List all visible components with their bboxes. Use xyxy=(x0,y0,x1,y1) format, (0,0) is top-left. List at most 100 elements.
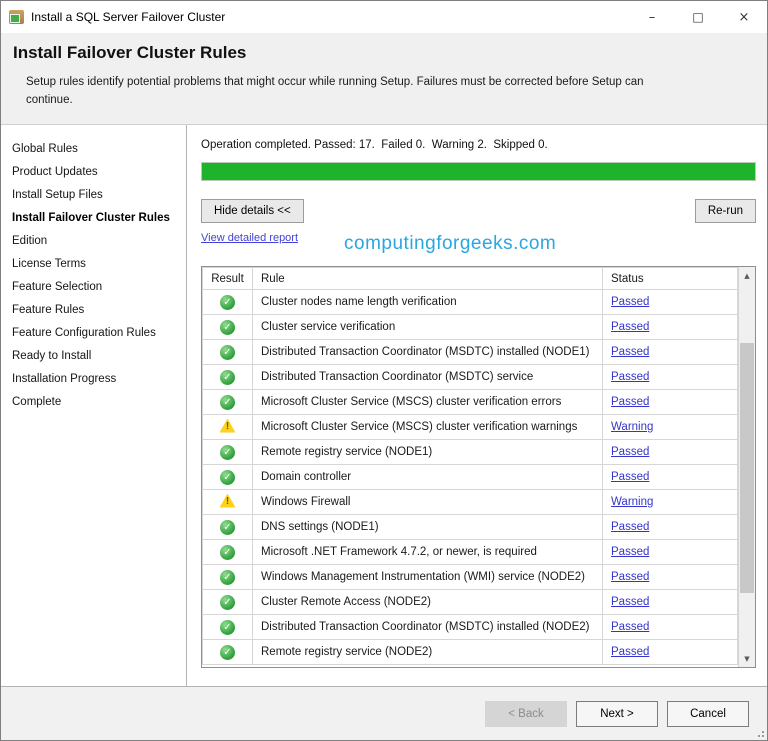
status-link[interactable]: Passed xyxy=(611,571,649,583)
sidebar-item-install-setup-files[interactable]: Install Setup Files xyxy=(12,184,182,207)
rule-name: Microsoft Cluster Service (MSCS) cluster… xyxy=(252,389,603,415)
resize-grip[interactable] xyxy=(754,727,764,737)
status-link[interactable]: Passed xyxy=(611,546,649,558)
close-button[interactable]: × xyxy=(721,1,767,33)
maximize-button[interactable]: □ xyxy=(675,1,721,33)
page-title: Install Failover Cluster Rules xyxy=(13,43,247,62)
passed-check-icon xyxy=(220,369,235,385)
report-link-row: View detailed report computingforgeeks.c… xyxy=(201,232,756,255)
page-header: Install Failover Cluster Rules Setup rul… xyxy=(1,33,767,125)
scroll-down-icon[interactable]: ▼ xyxy=(739,650,755,667)
status-link[interactable]: Passed xyxy=(611,596,649,608)
rule-name: Distributed Transaction Coordinator (MSD… xyxy=(252,614,603,640)
table-scrollbar[interactable]: ▲ ▼ xyxy=(738,267,755,667)
table-row: DNS settings (NODE1) Passed xyxy=(202,514,738,540)
back-button[interactable]: < Back xyxy=(485,700,567,727)
passed-check-icon xyxy=(220,644,235,660)
table-row: Windows Firewall Warning xyxy=(202,489,738,515)
rule-name: Microsoft Cluster Service (MSCS) cluster… xyxy=(252,414,603,440)
status-link[interactable]: Passed xyxy=(611,371,649,383)
sql-server-setup-icon xyxy=(9,10,24,24)
column-header-result[interactable]: Result xyxy=(202,267,253,290)
status-link[interactable]: Passed xyxy=(611,296,649,308)
view-detailed-report-link[interactable]: View detailed report xyxy=(201,232,298,244)
cancel-button[interactable]: Cancel xyxy=(667,700,749,727)
table-row: Distributed Transaction Coordinator (MSD… xyxy=(202,339,738,365)
status-link[interactable]: Passed xyxy=(611,521,649,533)
passed-check-icon xyxy=(220,519,235,535)
hide-details-button[interactable]: Hide details << xyxy=(201,199,304,223)
rule-name: Distributed Transaction Coordinator (MSD… xyxy=(252,339,603,365)
rule-name: Distributed Transaction Coordinator (MSD… xyxy=(252,364,603,390)
scroll-up-icon[interactable]: ▲ xyxy=(739,267,755,284)
table-row: Cluster nodes name length verification Pa… xyxy=(202,289,738,315)
table-row: Remote registry service (NODE2) Passed xyxy=(202,639,738,665)
passed-check-icon xyxy=(220,469,235,485)
status-link[interactable]: Warning xyxy=(611,496,653,508)
sidebar-item-feature-selection[interactable]: Feature Selection xyxy=(12,276,182,299)
rule-name: Cluster nodes name length verification xyxy=(252,289,603,315)
installer-window: Install a SQL Server Failover Cluster – … xyxy=(0,0,768,741)
sidebar-item-install-failover-cluster-rules[interactable]: Install Failover Cluster Rules xyxy=(12,207,182,230)
status-link[interactable]: Passed xyxy=(611,646,649,658)
window-controls: – □ × xyxy=(629,1,767,33)
table-row: Distributed Transaction Coordinator (MSD… xyxy=(202,364,738,390)
passed-check-icon xyxy=(220,594,235,610)
column-header-rule[interactable]: Rule xyxy=(252,267,603,290)
main-panel: Operation completed. Passed: 17. Failed … xyxy=(187,125,767,686)
operation-status-line: Operation completed. Passed: 17. Failed … xyxy=(201,139,548,151)
sidebar-item-ready-to-install[interactable]: Ready to Install xyxy=(12,345,182,368)
table-row: Cluster service verification Passed xyxy=(202,314,738,340)
passed-check-icon xyxy=(220,569,235,585)
title-bar: Install a SQL Server Failover Cluster – … xyxy=(1,1,767,33)
minimize-button[interactable]: – xyxy=(629,1,675,33)
rule-name: DNS settings (NODE1) xyxy=(252,514,603,540)
passed-check-icon xyxy=(220,319,235,335)
status-link[interactable]: Passed xyxy=(611,321,649,333)
watermark-text: computingforgeeks.com xyxy=(344,233,557,254)
status-link[interactable]: Passed xyxy=(611,346,649,358)
rule-name: Windows Firewall xyxy=(252,489,603,515)
status-link[interactable]: Passed xyxy=(611,471,649,483)
sidebar-item-license-terms[interactable]: License Terms xyxy=(12,253,182,276)
rule-name: Cluster Remote Access (NODE2) xyxy=(252,589,603,615)
passed-check-icon xyxy=(220,294,235,310)
sidebar-item-edition[interactable]: Edition xyxy=(12,230,182,253)
sidebar-item-feature-rules[interactable]: Feature Rules xyxy=(12,299,182,322)
footer-button-bar: < Back Next > Cancel xyxy=(1,686,767,740)
warning-icon xyxy=(219,418,236,433)
rule-name: Cluster service verification xyxy=(252,314,603,340)
table-row: Domain controller Passed xyxy=(202,464,738,490)
table-row: Cluster Remote Access (NODE2) Passed xyxy=(202,589,738,615)
sidebar-item-feature-configuration-rules[interactable]: Feature Configuration Rules xyxy=(12,322,182,345)
scrollbar-thumb[interactable] xyxy=(740,343,754,593)
rule-name: Windows Management Instrumentation (WMI)… xyxy=(252,564,603,590)
column-header-status[interactable]: Status xyxy=(602,267,738,290)
progress-fill xyxy=(202,163,755,180)
status-link[interactable]: Passed xyxy=(611,396,649,408)
status-link[interactable]: Passed xyxy=(611,621,649,633)
sidebar-nav: Global Rules Product Updates Install Setup… xyxy=(1,125,187,686)
rules-table: Result Rule Status Cluster nodes name le… xyxy=(202,267,738,667)
table-row: Microsoft .NET Framework 4.7.2, or newer… xyxy=(202,539,738,565)
passed-check-icon xyxy=(220,619,235,635)
passed-check-icon xyxy=(220,544,235,560)
sidebar-item-complete[interactable]: Complete xyxy=(12,391,182,414)
table-row: Remote registry service (NODE1) Passed xyxy=(202,439,738,465)
sidebar-item-installation-progress[interactable]: Installation Progress xyxy=(12,368,182,391)
table-row: Windows Management Instrumentation (WMI)… xyxy=(202,564,738,590)
status-link[interactable]: Passed xyxy=(611,446,649,458)
rule-name: Remote registry service (NODE2) xyxy=(252,639,603,665)
sidebar-item-product-updates[interactable]: Product Updates xyxy=(12,161,182,184)
page-description: Setup rules identify potential problems … xyxy=(26,76,644,106)
rerun-button[interactable]: Re-run xyxy=(694,199,756,223)
table-header-row: Result Rule Status xyxy=(202,267,738,290)
rule-name: Microsoft .NET Framework 4.7.2, or newer… xyxy=(252,539,603,565)
wizard-body: Global Rules Product Updates Install Setup… xyxy=(1,125,767,686)
warning-icon xyxy=(219,493,236,508)
next-button[interactable]: Next > xyxy=(576,700,658,727)
table-row: Microsoft Cluster Service (MSCS) cluster… xyxy=(202,389,738,415)
details-button-row: Hide details << Re-run xyxy=(201,199,756,223)
sidebar-item-global-rules[interactable]: Global Rules xyxy=(12,138,182,161)
status-link[interactable]: Warning xyxy=(611,421,653,433)
